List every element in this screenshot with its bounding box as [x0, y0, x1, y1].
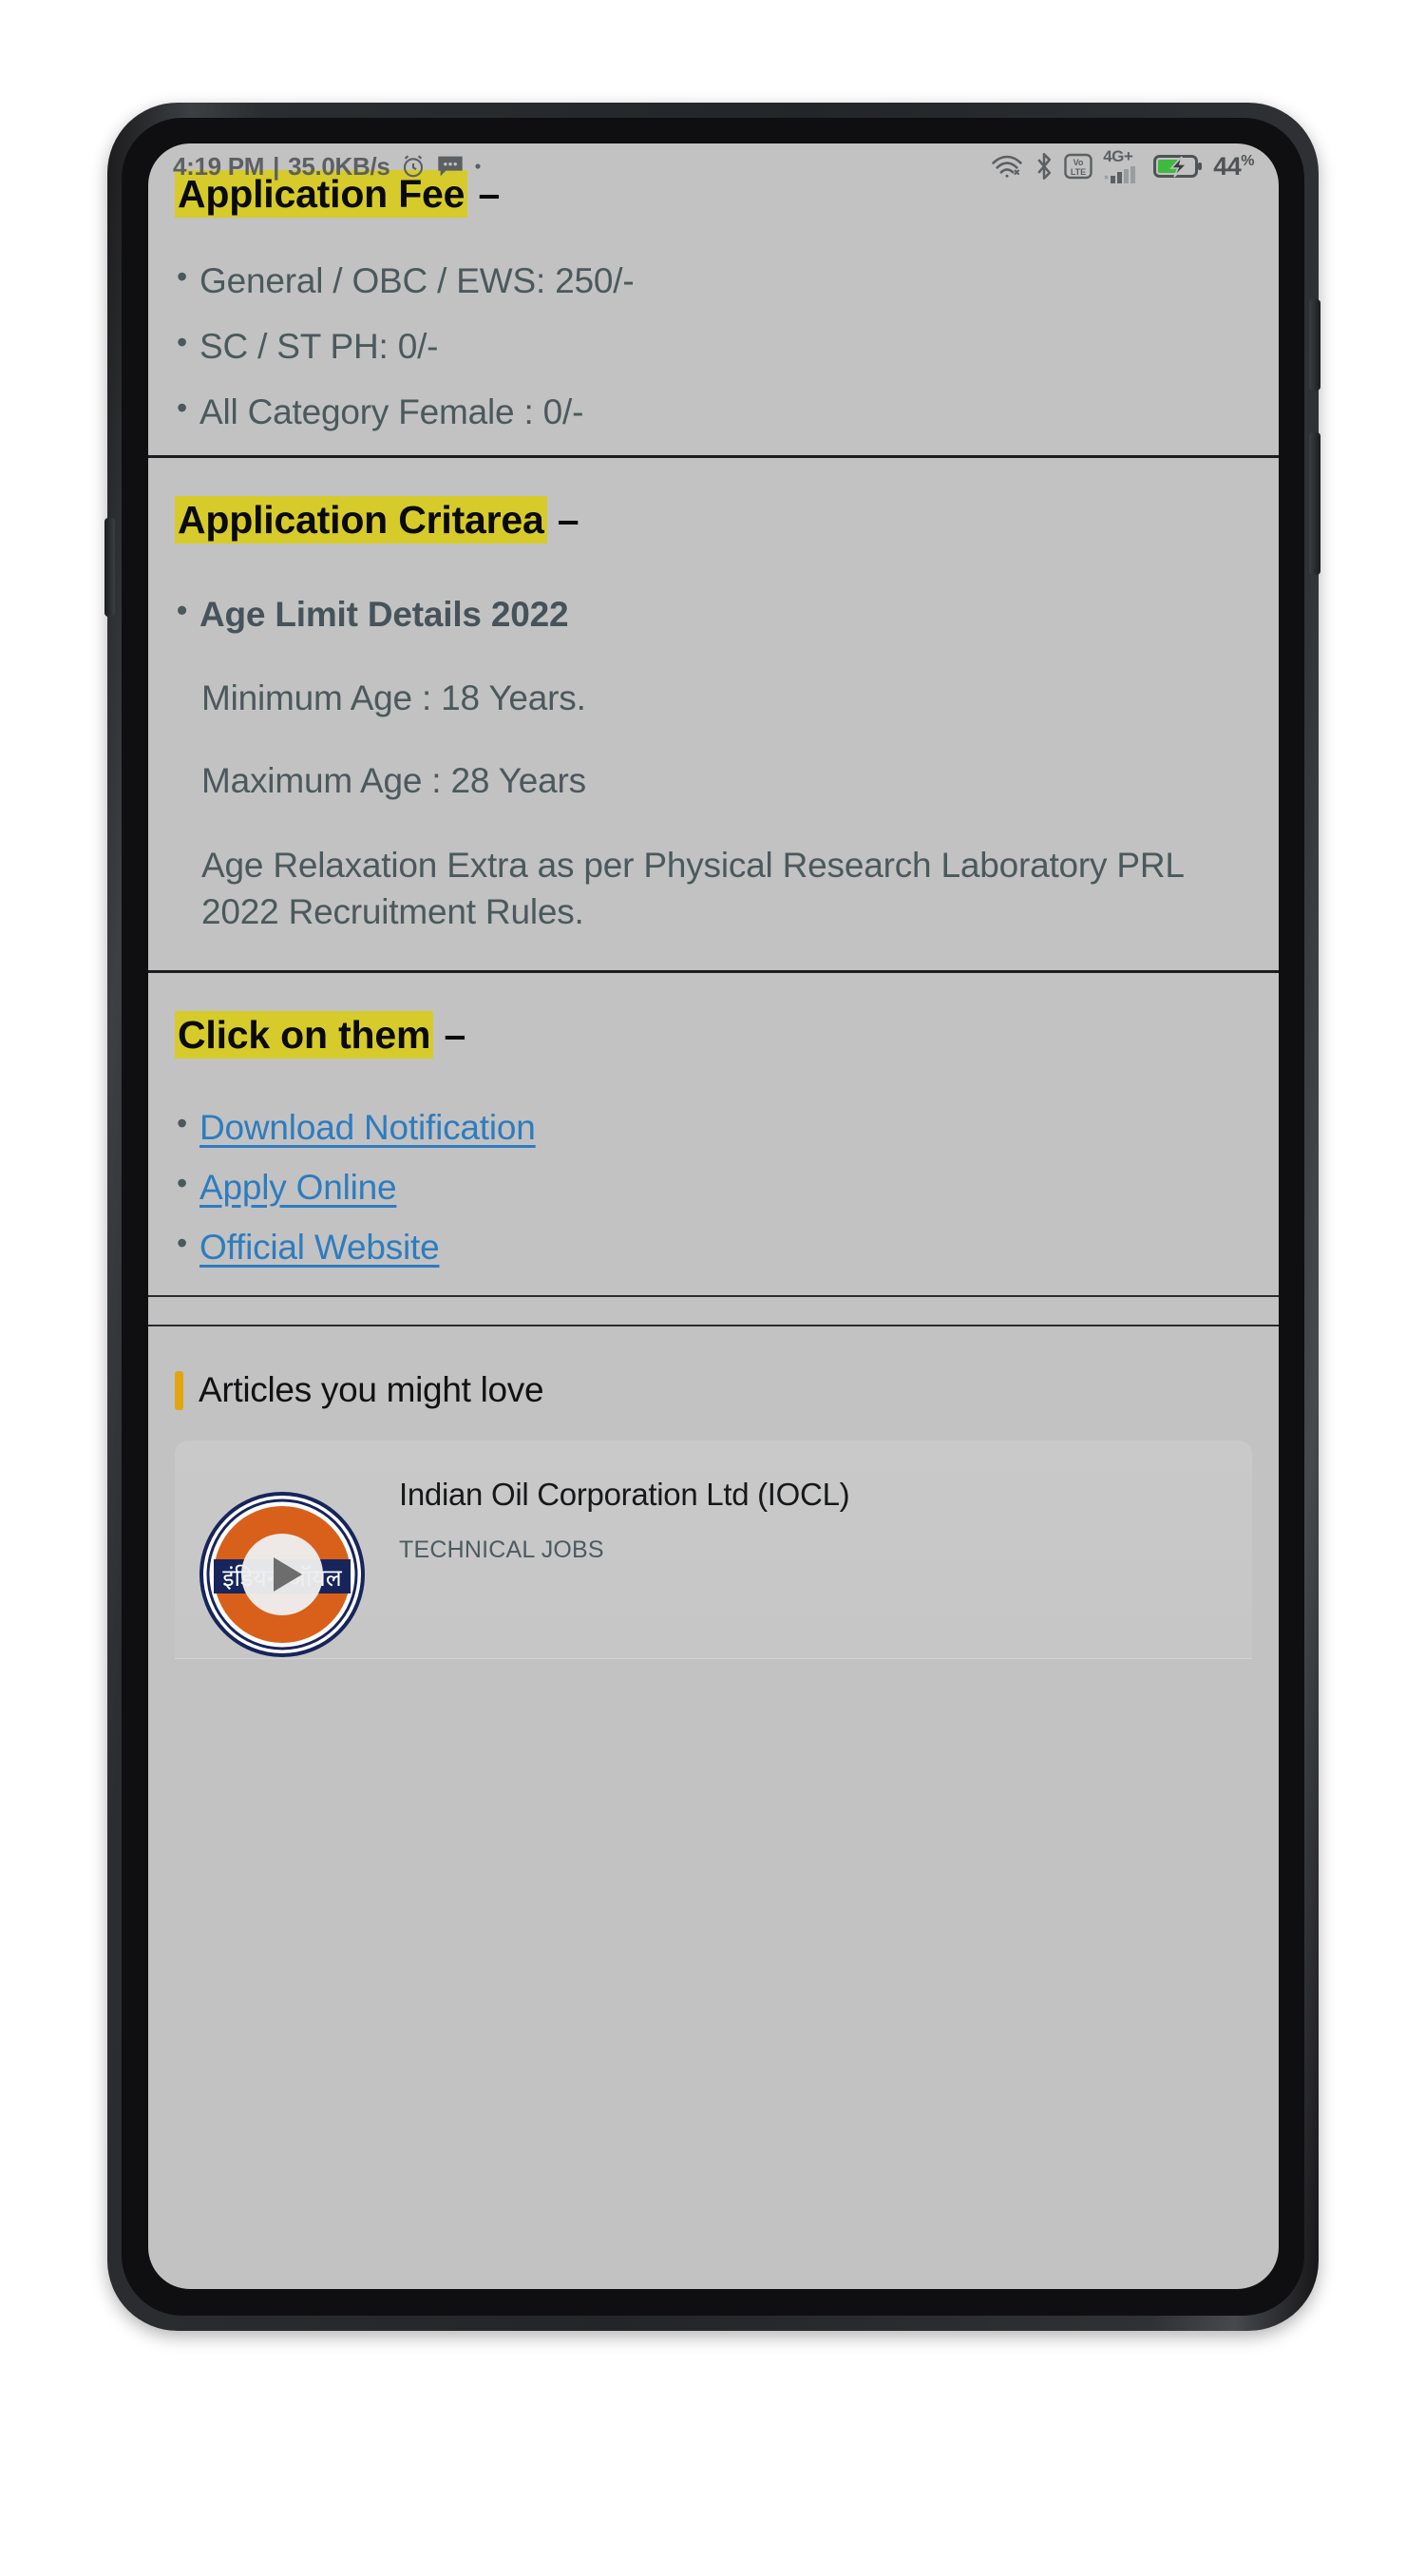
maximum-age-text: Maximum Age : 28 Years — [201, 761, 586, 801]
volte-top-label: Vo — [1074, 158, 1084, 167]
articles-section-title: Articles you might love — [199, 1370, 544, 1410]
battery-percentage: 44% — [1213, 152, 1254, 181]
battery-percentage-symbol: % — [1241, 152, 1254, 169]
volume-button[interactable] — [1309, 432, 1320, 575]
dot-icon — [473, 162, 483, 171]
signal-icon: 4G+ — [1103, 148, 1143, 184]
power-button[interactable] — [1309, 299, 1320, 391]
play-icon[interactable] — [241, 1534, 323, 1616]
age-relaxation-text: Age Relaxation Extra as per Physical Res… — [201, 846, 1184, 932]
accent-bar-icon — [175, 1370, 183, 1410]
click-on-them-heading-dash: – — [444, 1012, 466, 1057]
section-application-fee: Application Fee – General / OBC / EWS: 2… — [148, 170, 1279, 436]
article-thumbnail[interactable]: इंडियन ऑयल — [198, 1490, 367, 1659]
link-download-notification[interactable]: Download Notification — [200, 1108, 536, 1147]
application-fee-list: General / OBC / EWS: 250/- SC / ST PH: 0… — [175, 257, 1252, 436]
section-articles: Articles you might love इंडियन ऑयल — [148, 1326, 1279, 1660]
application-criteria-heading-dash: – — [557, 497, 580, 542]
age-limit-list: Age Limit Details 2022 — [175, 590, 1252, 639]
divider-gap — [148, 1297, 1279, 1325]
status-network-speed: 35.0KB/s — [288, 151, 390, 181]
click-on-them-heading-text: Click on them — [175, 1010, 434, 1059]
application-criteria-heading-text: Application Critarea — [175, 495, 547, 544]
status-separator: | — [273, 151, 280, 181]
list-item: General / OBC / EWS: 250/- — [175, 257, 1252, 305]
article-card-title: Indian Oil Corporation Ltd (IOCL) — [399, 1477, 850, 1513]
minimum-age-text: Minimum Age : 18 Years. — [201, 677, 586, 717]
click-on-them-link-list: Download Notification Apply Online Offic… — [175, 1103, 1252, 1271]
list-item: Apply Online — [175, 1163, 1252, 1212]
section-click-on-them: Click on them – Download Notification Ap… — [148, 973, 1279, 1271]
network-type-label: 4G+ — [1103, 147, 1133, 165]
click-on-them-heading: Click on them – — [175, 1010, 1252, 1059]
page-content: Application Fee – General / OBC / EWS: 2… — [148, 143, 1279, 1660]
alarm-clock-icon — [399, 152, 428, 181]
list-item: Download Notification — [175, 1103, 1252, 1152]
volte-icon: Vo LTE — [1064, 152, 1092, 181]
list-item: SC / ST PH: 0/- — [175, 322, 1252, 371]
battery-charging-icon — [1153, 153, 1203, 180]
application-criteria-heading: Application Critarea – — [175, 495, 1252, 544]
link-official-website[interactable]: Official Website — [200, 1228, 440, 1267]
status-bar-right: Vo LTE 4G+ 44% — [990, 148, 1254, 184]
age-limit-title: Age Limit Details 2022 — [175, 590, 1252, 639]
article-card-category: TECHNICAL JOBS — [399, 1536, 604, 1563]
article-card[interactable]: इंडियन ऑयल Indian Oil Corporation Ltd (I… — [175, 1441, 1252, 1660]
wifi-icon — [990, 153, 1024, 180]
battery-percentage-value: 44 — [1213, 151, 1242, 181]
status-bar-left: 4:19 PM | 35.0KB/s — [173, 152, 483, 181]
left-side-button[interactable] — [104, 518, 115, 617]
link-apply-online[interactable]: Apply Online — [200, 1168, 397, 1207]
bluetooth-icon — [1035, 152, 1054, 181]
section-application-criteria: Application Critarea – Age Limit Details… — [148, 458, 1279, 936]
articles-header: Articles you might love — [148, 1370, 1279, 1410]
phone-screen: Application Fee – General / OBC / EWS: 2… — [148, 143, 1279, 2289]
list-item: All Category Female : 0/- — [175, 388, 1252, 436]
volte-bottom-label: LTE — [1071, 167, 1086, 177]
article-card-text: Indian Oil Corporation Ltd (IOCL) TECHNI… — [367, 1469, 850, 1563]
status-bar: 4:19 PM | 35.0KB/s Vo LTE 4G+ 44% — [148, 143, 1279, 189]
list-item: Official Website — [175, 1223, 1252, 1271]
message-icon — [436, 154, 465, 179]
status-time: 4:19 PM — [173, 151, 265, 181]
